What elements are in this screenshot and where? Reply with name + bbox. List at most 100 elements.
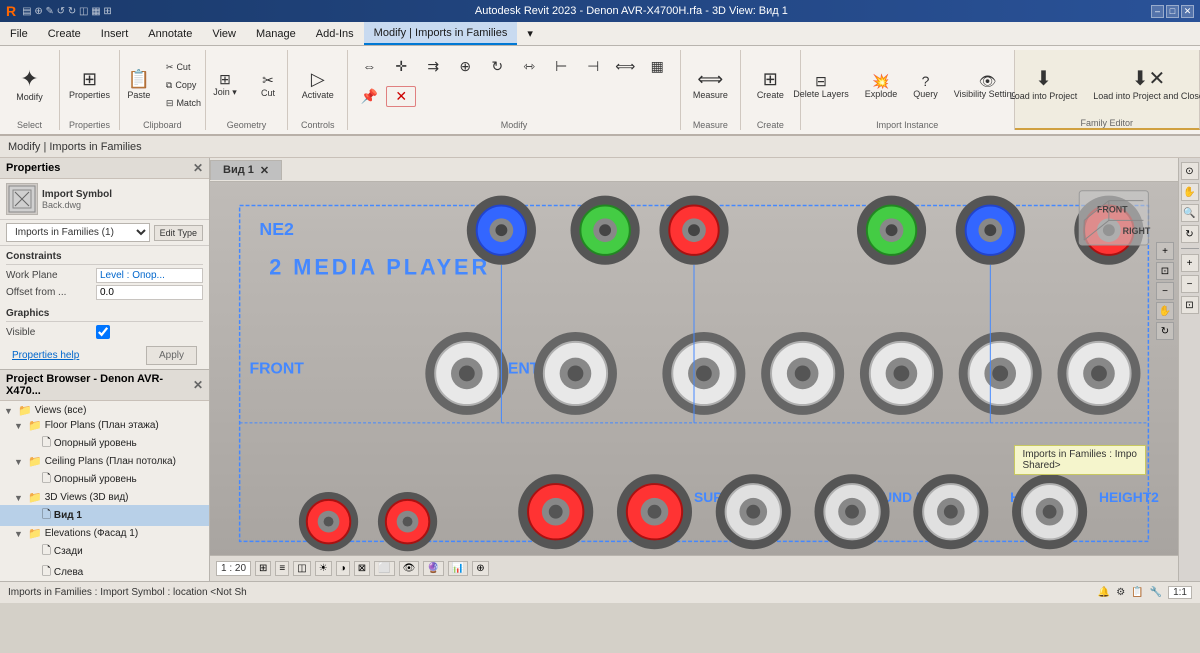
tree-back[interactable]: 🗋 Сзади (0, 541, 209, 562)
cut-geo-button[interactable]: ✂ Cut (248, 69, 288, 102)
visual-style-button[interactable]: ◫ (293, 561, 310, 576)
tree-views-root[interactable]: ▼ 📁 Views (все) (0, 403, 209, 418)
analysis-display-button[interactable]: 📊 (448, 561, 468, 576)
join-button[interactable]: ⊞ Join ▾ (205, 68, 245, 102)
menu-create[interactable]: Create (38, 22, 91, 45)
rotate-button[interactable]: ↻ (482, 56, 512, 77)
temp-hide-button[interactable]: 👁 (399, 561, 420, 576)
sun-button[interactable]: ☀ (315, 561, 332, 576)
zoom-in-button[interactable]: + (1156, 242, 1174, 260)
pb-title: Project Browser - Denon AVR-X470... (6, 373, 193, 397)
array-button[interactable]: ▦ (642, 56, 672, 77)
zoom-out-button[interactable]: − (1156, 282, 1174, 300)
tree-left[interactable]: 🗋 Слева (0, 562, 209, 581)
menu-addins[interactable]: Add-Ins (306, 22, 364, 45)
mirror-button[interactable]: ⇿ (514, 56, 544, 77)
zoom-out-right-button[interactable]: − (1181, 275, 1199, 293)
cut-button[interactable]: ✂ Cut (161, 59, 206, 76)
move-button[interactable]: ✛ (386, 56, 416, 77)
menu-view[interactable]: View (202, 22, 246, 45)
statusbar-icon4[interactable]: 🔧 (1150, 587, 1162, 598)
project-browser-close-button[interactable]: ✕ (193, 378, 203, 392)
zoom-extents-right-button[interactable]: ⊡ (1181, 296, 1199, 314)
hide-crop-button[interactable]: ⬜ (374, 561, 394, 576)
3d-views-folder-icon: 📁 (28, 491, 42, 504)
menu-dropdown[interactable]: ▾ (517, 22, 543, 45)
copy-button[interactable]: ⧉ Copy (161, 77, 206, 94)
view-type-button[interactable]: ⊞ (255, 561, 271, 576)
breadcrumb: Modify | Imports in Families (0, 136, 1200, 158)
apply-button[interactable]: Apply (146, 346, 197, 365)
delete-button[interactable]: ✕ (386, 86, 416, 107)
tree-elevations[interactable]: ▼ 📁 Elevations (Фасад 1) (0, 526, 209, 541)
shadow-button[interactable]: ◑ (336, 561, 350, 576)
svg-text:FRONT: FRONT (250, 360, 305, 377)
visible-checkbox[interactable] (96, 325, 110, 339)
ribbon-group-controls: ▷ Activate Controls (288, 50, 348, 130)
split-button[interactable]: ⊣ (578, 56, 608, 77)
view-scale-display[interactable]: 1 : 20 (216, 561, 251, 576)
scale-button[interactable]: ⟺ (610, 56, 640, 77)
statusbar-icon3[interactable]: 📋 (1131, 587, 1143, 598)
explode-button[interactable]: 💥 Explode (859, 70, 904, 103)
edit-type-button[interactable]: Edit Type (154, 225, 203, 241)
query-button[interactable]: ? Query (907, 70, 944, 103)
tree-3d-views[interactable]: ▼ 📁 3D Views (3D вид) (0, 490, 209, 505)
detail-level-button[interactable]: ≡ (275, 561, 289, 576)
paste-button[interactable]: 📋 Paste (119, 66, 159, 104)
view-tab-vid1[interactable]: Вид 1 ✕ (210, 160, 282, 180)
tree-ceiling-plans[interactable]: ▼ 📁 Ceiling Plans (План потолка) (0, 454, 209, 469)
reveal-hidden-button[interactable]: 🔮 (423, 561, 443, 576)
delete-layers-button[interactable]: ⊟ Delete Layers (787, 70, 855, 103)
align-button[interactable]: ⇔ (354, 56, 384, 77)
matchprop-button[interactable]: ⊟ Match (161, 95, 206, 112)
close-button[interactable]: ✕ (1181, 5, 1194, 18)
menu-file[interactable]: File (0, 22, 38, 45)
menu-annotate[interactable]: Annotate (138, 22, 202, 45)
properties-close-button[interactable]: ✕ (193, 161, 203, 175)
statusbar-icon1[interactable]: 🔔 (1098, 587, 1110, 598)
statusbar-icon2[interactable]: ⚙ (1116, 587, 1125, 598)
view-tab-close-icon[interactable]: ✕ (260, 164, 269, 177)
highlight-displace-button[interactable]: ⊕ (472, 561, 488, 576)
zoom-in-right-button[interactable]: + (1181, 254, 1199, 272)
activate-button[interactable]: ▷ Activate (296, 66, 340, 104)
ribbon-group-properties: ⊞ Properties Properties (60, 50, 120, 130)
pin-button[interactable]: 📌 (354, 86, 384, 107)
maximize-button[interactable]: □ (1166, 5, 1179, 18)
instance-dropdown[interactable]: Imports in Families (1) (6, 223, 150, 242)
tree-floor-plans[interactable]: ▼ 📁 Floor Plans (План этажа) (0, 418, 209, 433)
zoom-right-button[interactable]: 🔍 (1181, 204, 1199, 222)
orbit-right-button[interactable]: ↻ (1181, 225, 1199, 243)
create-button[interactable]: ⊞ Create (750, 66, 790, 104)
orbit-button[interactable]: ↻ (1156, 322, 1174, 340)
copy-mod-button[interactable]: ⊕ (450, 56, 480, 77)
tree-ceiling-support[interactable]: 🗋 Опорный уровень (0, 469, 209, 490)
menu-manage[interactable]: Manage (246, 22, 306, 45)
trim-button[interactable]: ⊢ (546, 56, 576, 77)
menu-modify-imports[interactable]: Modify | Imports in Families (364, 22, 518, 45)
pan-right-button[interactable]: ✋ (1181, 183, 1199, 201)
modify-label: Modify (16, 92, 43, 102)
tree-floor-support[interactable]: 🗋 Опорный уровень (0, 433, 209, 454)
properties-help-link[interactable]: Properties help (6, 346, 85, 365)
offset-button[interactable]: ⇉ (418, 56, 448, 77)
expand-3d-icon: ▼ (14, 493, 28, 503)
load-project-icon: ⬇ (1035, 69, 1052, 89)
view-canvas[interactable]: 2 MEDIA PLAYER NE2 FRONT CENTER SURROUND… (210, 182, 1178, 555)
tree-vid1[interactable]: 🗋 Вид 1 (0, 505, 209, 526)
imports-popup: Imports in Families : Impo Shared> (1014, 445, 1146, 475)
steering-wheel-button[interactable]: ⊙ (1181, 162, 1199, 180)
properties-button[interactable]: ⊞ Properties (63, 66, 116, 104)
load-into-project-close-button[interactable]: ⬇✕ Load into Project and Close (1087, 65, 1200, 105)
crop-button[interactable]: ⊠ (354, 561, 370, 576)
menu-insert[interactable]: Insert (91, 22, 139, 45)
pan-button[interactable]: ✋ (1156, 302, 1174, 320)
view-tab-label: Вид 1 (223, 164, 254, 176)
measure-button[interactable]: ⟺ Measure (687, 66, 734, 104)
zoom-extents-button[interactable]: ⊡ (1156, 262, 1174, 280)
minimize-button[interactable]: – (1151, 5, 1164, 18)
load-into-project-button[interactable]: ⬇ Load into Project (1004, 65, 1084, 105)
modify-button[interactable]: ✦ Modify (10, 64, 50, 106)
properties-label: Properties (69, 90, 110, 100)
